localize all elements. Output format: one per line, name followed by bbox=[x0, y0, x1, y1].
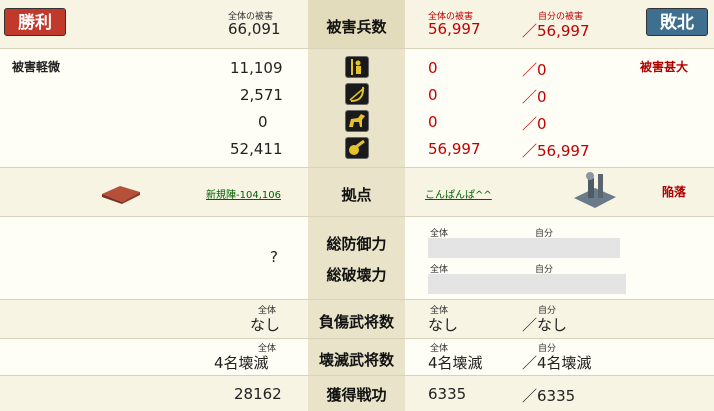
injured-label: 負傷武将数 bbox=[318, 313, 394, 331]
unit-left-value: 11,109 bbox=[230, 59, 283, 77]
merit-right-total: 6335 bbox=[428, 385, 467, 403]
merit-label: 獲得戦功 bbox=[326, 386, 387, 404]
unit-right-total: 0 bbox=[428, 113, 438, 131]
destroyed-label: 壊滅武将数 bbox=[318, 351, 394, 369]
total-defense-label: 総防御力 bbox=[326, 235, 387, 253]
defense-hidden-value bbox=[428, 238, 620, 258]
defeat-badge: 敗北 bbox=[646, 8, 708, 36]
left-base-link[interactable]: 新規陣-104,106 bbox=[206, 186, 281, 201]
unit-right-total: 0 bbox=[428, 86, 438, 104]
right-self-damage: ／56,997 bbox=[522, 22, 590, 40]
damage-title: 被害兵数 bbox=[326, 18, 387, 36]
injured-right-self: ／なし bbox=[522, 316, 568, 334]
destruction-hidden-value bbox=[428, 274, 626, 294]
unit-right-self: ／56,997 bbox=[522, 142, 590, 160]
unit-left-value: 0 bbox=[258, 113, 268, 131]
left-base-image bbox=[100, 180, 142, 204]
base-label: 拠点 bbox=[341, 186, 372, 204]
right-base-link[interactable]: こんぱんぱ^^ bbox=[425, 186, 492, 201]
cavalry-icon bbox=[345, 110, 369, 132]
siege-icon bbox=[345, 137, 369, 159]
victory-badge: 勝利 bbox=[4, 8, 66, 36]
right-status: 被害甚大 bbox=[640, 60, 689, 74]
merit-left-value: 28162 bbox=[234, 385, 282, 403]
unit-left-value: 52,411 bbox=[230, 140, 283, 158]
total-destruction-label: 総破壊力 bbox=[326, 266, 387, 284]
merit-right-self: ／6335 bbox=[522, 387, 576, 405]
divider bbox=[0, 48, 714, 49]
unit-right-self: ／0 bbox=[522, 88, 547, 106]
unit-left-value: 2,571 bbox=[240, 86, 283, 104]
archer-icon bbox=[345, 83, 369, 105]
unit-right-total: 0 bbox=[428, 59, 438, 77]
injured-right-total: なし bbox=[428, 316, 459, 334]
unit-right-total: 56,997 bbox=[428, 140, 481, 158]
destroyed-right-self: ／4名壊滅 bbox=[522, 354, 592, 372]
left-status: 被害軽微 bbox=[12, 60, 61, 74]
injured-left-value: なし bbox=[250, 316, 281, 334]
divider bbox=[0, 216, 714, 217]
right-total-damage: 56,997 bbox=[428, 20, 481, 38]
unit-right-self: ／0 bbox=[522, 61, 547, 79]
divider bbox=[0, 338, 714, 339]
left-total-damage: 66,091 bbox=[228, 20, 281, 38]
right-base-image bbox=[570, 170, 620, 210]
battle-report: 勝利 敗北 全体の被害 66,091 被害兵数 全体の被害 自分の被害 56,9… bbox=[0, 0, 714, 411]
defense-unknown: ? bbox=[270, 248, 278, 266]
destroyed-left-value: 4名壊滅 bbox=[214, 354, 269, 372]
destroyed-right-total: 4名壊滅 bbox=[428, 354, 483, 372]
spearman-icon bbox=[345, 56, 369, 78]
base-fallen-status: 陥落 bbox=[662, 185, 687, 199]
unit-right-self: ／0 bbox=[522, 115, 547, 133]
